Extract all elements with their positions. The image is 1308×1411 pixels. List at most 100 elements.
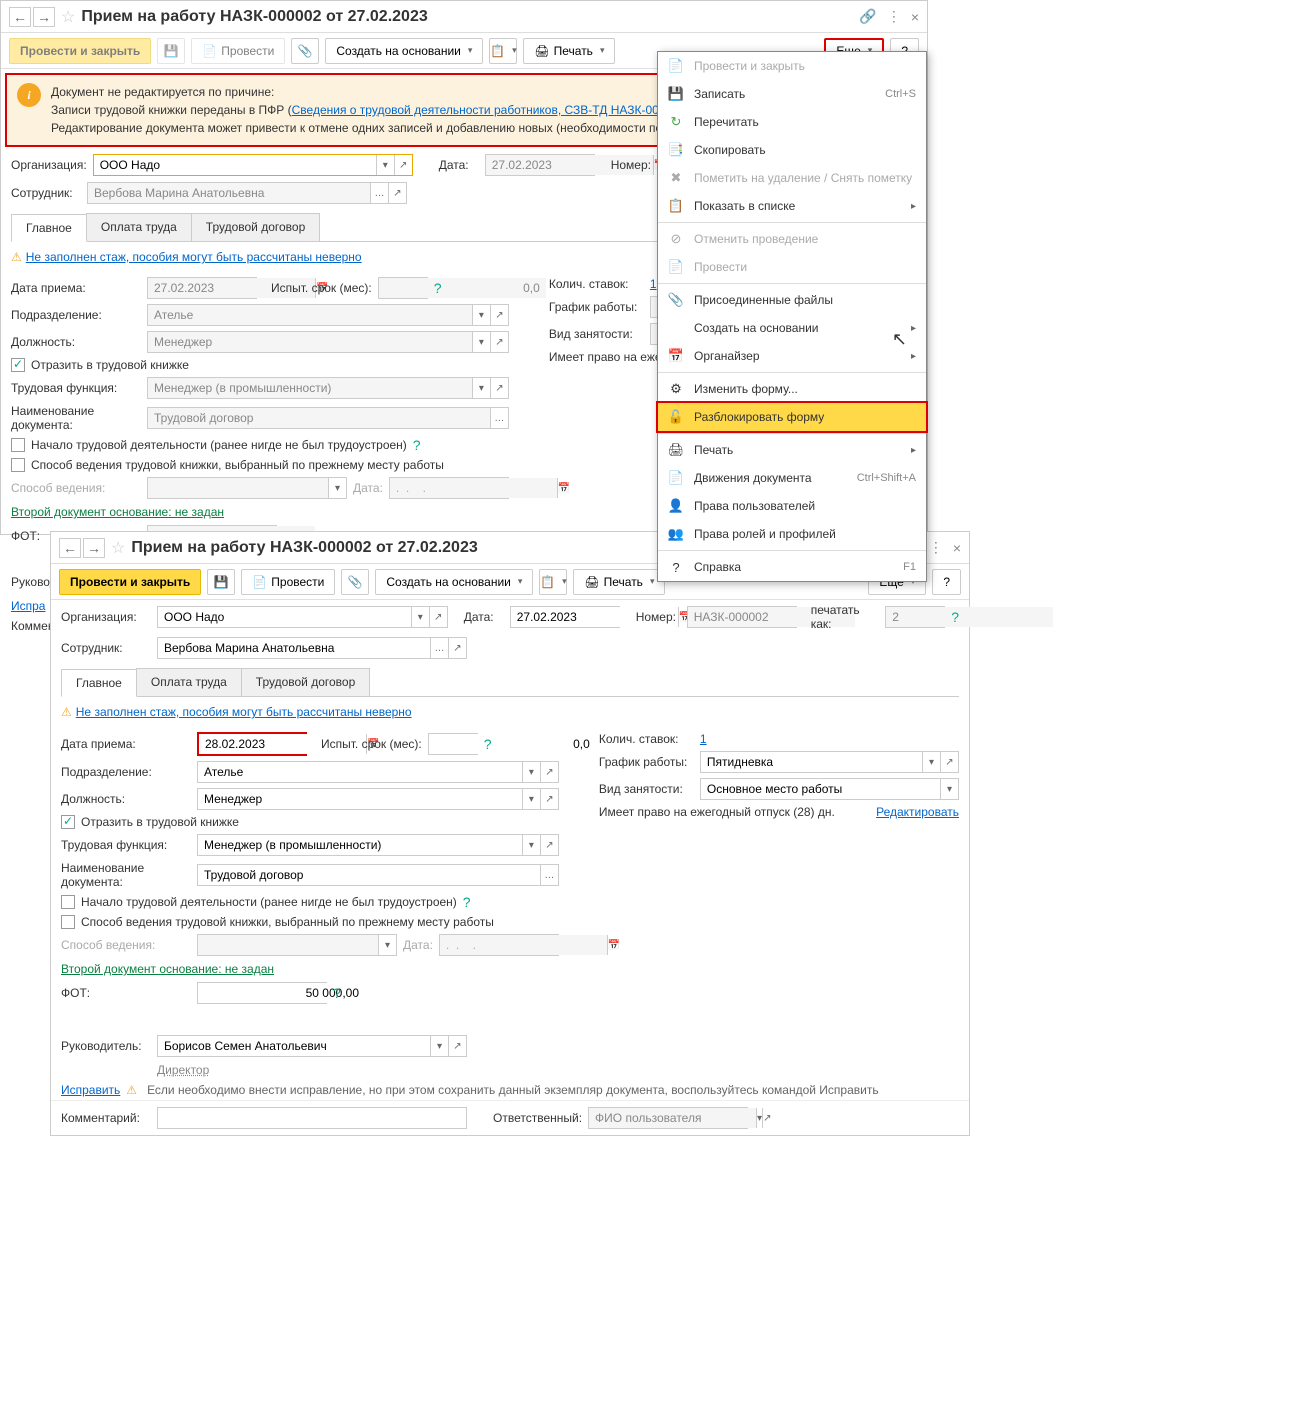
open-icon[interactable]: ↗ [762,1108,771,1128]
responsible-input[interactable] [589,1108,756,1128]
open-icon[interactable]: ↗ [490,332,508,352]
open-icon[interactable]: ↗ [540,789,558,809]
laborfunc-input[interactable] [198,835,522,855]
create-based-button[interactable]: Создать на основании [325,38,483,64]
open-icon[interactable]: ↗ [394,155,412,175]
subdiv-input[interactable] [148,305,472,325]
help-icon[interactable]: ? [434,280,442,296]
nav-back[interactable]: ← [59,538,81,558]
favorite-icon[interactable]: ☆ [111,538,125,558]
position-input[interactable] [198,789,522,809]
help-icon[interactable]: ? [413,437,421,453]
dropdown-icon[interactable]: ▾ [411,607,429,627]
comment-input[interactable] [158,1108,466,1128]
seconddoc-link[interactable]: Второй документ основание: не задан [61,962,274,976]
employee-input[interactable] [158,638,430,658]
menu-unlockform[interactable]: 🔓Разблокировать форму [656,401,928,433]
startact-checkbox[interactable] [61,895,75,909]
menu-icon[interactable]: ⋮ [929,539,943,556]
create-based-button[interactable]: Создать на основании [375,569,533,595]
bookmethod-checkbox[interactable] [61,915,75,929]
position-input[interactable] [148,332,472,352]
bookmethod-checkbox[interactable] [11,458,25,472]
menu-reread[interactable]: ↻Перечитать [658,108,926,136]
post-close-button[interactable]: Провести и закрыть [9,38,151,64]
manager-input[interactable] [158,1036,430,1056]
dropdown-icon[interactable]: ▾ [940,779,958,799]
open-icon[interactable]: ↗ [429,607,447,627]
dropdown-icon[interactable]: ▾ [376,155,394,175]
reflect-checkbox[interactable] [11,358,25,372]
probation-input[interactable] [379,278,546,298]
menu-copy[interactable]: 📑Скопировать [658,136,926,164]
ellipsis-icon[interactable]: … [430,638,448,658]
edit-link[interactable]: Редактировать [876,805,959,819]
attach-button[interactable]: 📎 [341,569,369,595]
menu-changeform[interactable]: ⚙Изменить форму... [658,375,926,403]
menu-userrights[interactable]: 👤Права пользователей [658,492,926,520]
director-link[interactable]: Директор [157,1063,209,1077]
link-icon[interactable]: 🔗 [859,8,876,25]
tab-contract[interactable]: Трудовой договор [191,213,320,241]
reflect-checkbox[interactable] [61,815,75,829]
dropdown-icon[interactable]: ▾ [922,752,940,772]
help-icon[interactable]: ? [484,736,492,752]
probation-input[interactable] [429,734,596,754]
fix-link[interactable]: Исправить [61,1083,120,1097]
save-button[interactable]: 💾 [207,569,235,595]
print-button[interactable]: 🖨 Печать [523,38,615,64]
open-icon[interactable]: ↗ [490,305,508,325]
extra-button[interactable]: 📋 [539,569,567,595]
help-button[interactable]: ? [932,569,961,595]
tab-pay[interactable]: Оплата труда [86,213,192,241]
menu-organizer[interactable]: 📅Органайзер▸ [658,342,926,370]
org-input[interactable] [158,607,411,627]
ellipsis-icon[interactable]: … [370,183,388,203]
dropdown-icon[interactable]: ▾ [522,762,540,782]
dropdown-icon[interactable]: ▾ [522,789,540,809]
post-close-button[interactable]: Провести и закрыть [59,569,201,595]
save-button[interactable]: 💾 [157,38,185,64]
favorite-icon[interactable]: ☆ [61,7,75,27]
startact-checkbox[interactable] [11,438,25,452]
menu-post[interactable]: 📄Провести [658,253,926,281]
ellipsis-icon[interactable]: … [490,408,508,428]
nav-forward[interactable]: → [33,7,55,27]
rates-value[interactable]: 1 [700,732,707,746]
alert-link[interactable]: Не заполнен стаж, пособия могут быть рас… [26,250,362,264]
open-icon[interactable]: ↗ [490,378,508,398]
menu-movements[interactable]: 📄Движения документаCtrl+Shift+A [658,464,926,492]
nav-back[interactable]: ← [9,7,31,27]
fix-link[interactable]: Испра [11,599,45,613]
seconddoc-link[interactable]: Второй документ основание: не задан [11,505,224,519]
menu-markdelete[interactable]: ✖Пометить на удаление / Снять пометку [658,164,926,192]
open-icon[interactable]: ↗ [448,1036,466,1056]
tab-main[interactable]: Главное [11,214,87,242]
open-icon[interactable]: ↗ [540,835,558,855]
open-icon[interactable]: ↗ [388,183,406,203]
emptype-input[interactable] [701,779,940,799]
open-icon[interactable]: ↗ [540,762,558,782]
menu-help[interactable]: ?СправкаF1 [658,553,926,581]
nav-forward[interactable]: → [83,538,105,558]
tab-pay[interactable]: Оплата труда [136,668,242,696]
attach-button[interactable]: 📎 [291,38,319,64]
tab-main[interactable]: Главное [61,669,137,697]
docname-input[interactable] [148,408,490,428]
menu-print[interactable]: 🖨Печать▸ [658,436,926,464]
employee-input[interactable] [88,183,370,203]
tab-contract[interactable]: Трудовой договор [241,668,370,696]
subdiv-input[interactable] [198,762,522,782]
alert-link[interactable]: Не заполнен стаж, пособия могут быть рас… [76,705,412,719]
menu-postclose[interactable]: 📄Провести и закрыть [658,52,926,80]
menu-cancelpost[interactable]: ⊘Отменить проведение [658,225,926,253]
ellipsis-icon[interactable]: … [540,865,558,885]
open-icon[interactable]: ↗ [940,752,958,772]
dropdown-icon[interactable]: ▾ [472,378,490,398]
extra-button[interactable]: 📋 [489,38,517,64]
menu-write[interactable]: 💾ЗаписатьCtrl+S [658,80,926,108]
close-icon[interactable]: × [953,540,961,556]
laborfunc-input[interactable] [148,378,472,398]
help-icon[interactable]: ? [463,894,471,910]
help-icon[interactable]: ? [333,985,341,1001]
